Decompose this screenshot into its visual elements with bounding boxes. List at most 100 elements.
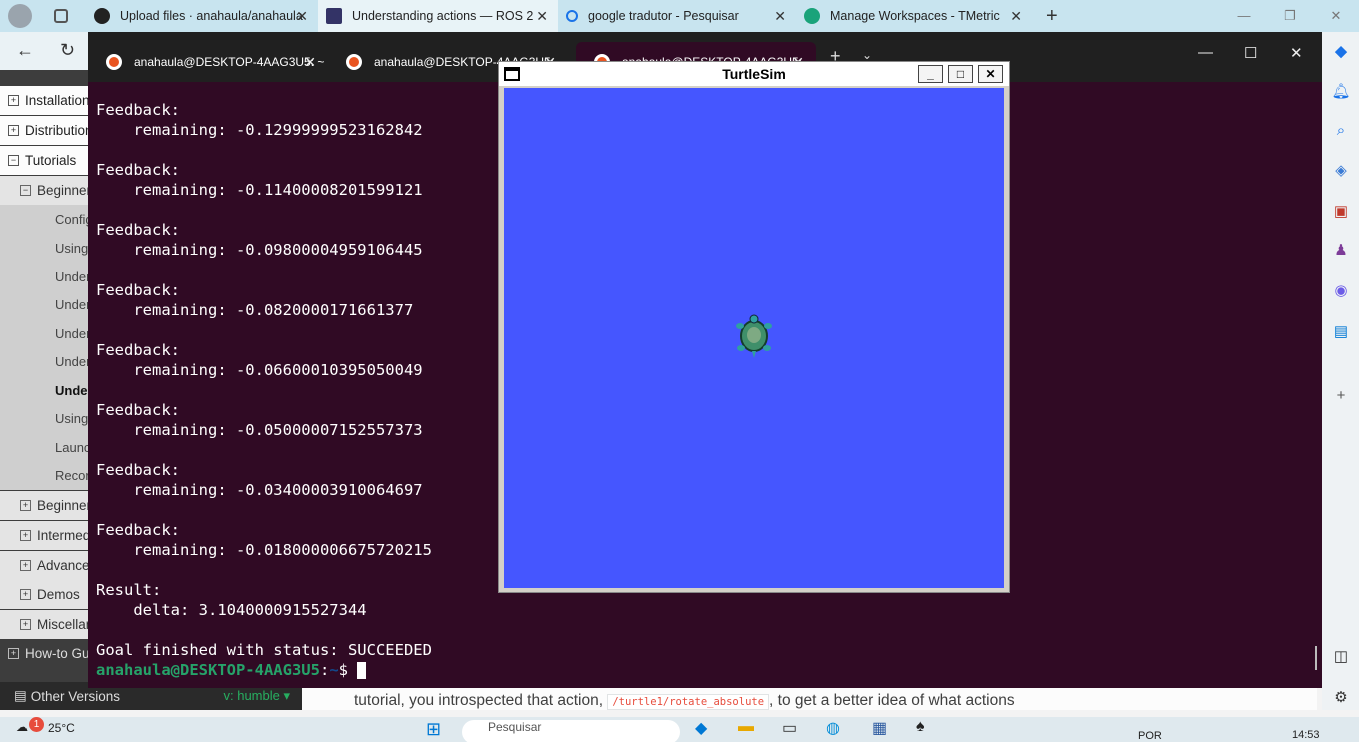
turtle-icon (736, 314, 772, 358)
add-icon[interactable]: + (1331, 386, 1351, 406)
tmetric-icon (804, 8, 820, 24)
sidebar-item-distributions[interactable]: +Distributions (0, 116, 90, 145)
edge-icon[interactable]: ◍ (826, 718, 840, 738)
gear-icon[interactable]: ⚙ (1331, 688, 1351, 708)
expand-icon[interactable]: + (8, 125, 19, 136)
close-icon[interactable]: ✕ (1290, 44, 1303, 62)
expand-icon[interactable]: + (20, 500, 31, 511)
browser-tab-github[interactable]: Upload files · anahaula/anahaula ✕ (86, 0, 318, 32)
version-selector[interactable]: v: humble ▾ (223, 688, 290, 704)
outlook-icon[interactable]: ▤ (1331, 322, 1351, 342)
browser-tab-strip: Upload files · anahaula/anahaula ✕ Under… (0, 0, 1359, 32)
turtlesim-title-bar[interactable]: TurtleSim _ □ ✕ (499, 62, 1009, 86)
search-icon (566, 10, 578, 22)
language-indicator[interactable]: POR (1138, 730, 1162, 742)
sidebar-item-installation[interactable]: + Installation (0, 86, 90, 115)
bell-icon[interactable]: 🔔︎ (1331, 82, 1351, 102)
ubuntu-icon (106, 54, 122, 70)
games-icon[interactable]: ♟ (1331, 241, 1351, 261)
linux-penguin-icon[interactable]: ♠ (916, 718, 925, 736)
toolbox-icon[interactable]: ▣ (1331, 202, 1351, 222)
github-icon (94, 8, 110, 24)
sidebar-item-using-turtlesim[interactable]: Using turtlesim, ros2, and rqt (0, 234, 90, 263)
sidebar-item-launching[interactable]: Launching nodes (0, 433, 90, 462)
browser-tab-title: Manage Workspaces - TMetric (830, 9, 1000, 23)
close-icon[interactable]: ✕ (1313, 0, 1359, 32)
sidebar-item-intermediate[interactable]: +Intermediate (0, 521, 90, 550)
close-icon[interactable]: ✕ (1010, 8, 1022, 25)
close-button[interactable]: ✕ (978, 65, 1003, 83)
sidebar-item-beginner-cli[interactable]: −Beginner: CLI tools (0, 176, 90, 205)
chevron-down-icon[interactable]: ⌄ (862, 48, 872, 62)
sidebar-item-actions[interactable]: Understanding actions (0, 376, 90, 405)
close-icon[interactable]: ✕ (304, 54, 316, 71)
profile-avatar[interactable] (8, 4, 32, 28)
sidebar-item-configuring[interactable]: Configuring environment (0, 205, 90, 234)
ros-docs-icon (326, 8, 342, 24)
sidebar-item-advanced[interactable]: +Advanced (0, 551, 90, 580)
browser-toolbar: ← ↻ (0, 32, 90, 70)
close-icon[interactable]: ✕ (536, 8, 548, 25)
collapse-icon[interactable]: − (20, 185, 31, 196)
sidebar-item-services[interactable]: Understanding services (0, 319, 90, 348)
terminal-output: Feedback: remaining: -0.1299999952316284… (96, 101, 432, 680)
expand-icon[interactable]: + (20, 530, 31, 541)
sidebar-item-beginner-client[interactable]: +Beginner: Client libraries (0, 491, 90, 520)
maximize-icon[interactable]: ☐ (1244, 44, 1257, 62)
sidebar-item-nodes[interactable]: Understanding nodes (0, 262, 90, 291)
sidebar-item-demos[interactable]: + Demos (0, 580, 90, 609)
panel-icon[interactable]: ◫ (1331, 647, 1351, 667)
new-tab-icon[interactable]: + (1046, 5, 1058, 28)
close-icon[interactable]: ✕ (774, 8, 786, 25)
sidebar-item-miscellaneous[interactable]: +Miscellaneous (0, 610, 90, 639)
sidebar-item-topics[interactable]: Understanding topics (0, 290, 90, 319)
scrollbar[interactable] (1315, 646, 1317, 670)
browser-tab-google-search[interactable]: google tradutor - Pesquisar ✕ (558, 0, 796, 32)
m365-icon[interactable]: ◉ (1331, 281, 1351, 301)
taskbar: ☁ 1 25°C ⊞ Pesquisar ◆ ▬ ▭ ◍ ▦ ♠ POR 14:… (0, 717, 1359, 742)
restore-icon[interactable]: ❐ (1267, 0, 1313, 32)
back-icon[interactable]: ← (16, 40, 34, 61)
expand-icon[interactable]: + (20, 589, 31, 600)
expand-icon[interactable]: + (8, 648, 19, 659)
terminal-tab[interactable]: anahaula@DESKTOP-4AAG3U5: ~ ✕ (88, 42, 328, 82)
copilot-icon[interactable]: ◆ (1331, 42, 1351, 62)
shell-prompt[interactable]: anahaula@DESKTOP-4AAG3U5:~$ (96, 660, 432, 680)
clock-time[interactable]: 14:53 (1292, 729, 1320, 741)
expand-icon[interactable]: + (8, 95, 19, 106)
turtlesim-canvas (504, 88, 1004, 588)
workspaces-icon[interactable] (54, 9, 68, 23)
collapse-icon[interactable]: − (8, 155, 19, 166)
weather-temperature[interactable]: 25°C (48, 721, 75, 735)
sidebar-item-parameters[interactable]: Understanding parameters (0, 347, 90, 376)
sidebar-item-recording[interactable]: Recording and playing back data (0, 461, 90, 490)
browser-tab-title: google tradutor - Pesquisar (588, 9, 739, 23)
close-icon[interactable]: ✕ (296, 8, 308, 25)
maximize-button[interactable]: □ (948, 65, 973, 83)
minimize-button[interactable]: _ (918, 65, 943, 83)
copilot-icon[interactable]: ◆ (695, 718, 707, 738)
calculator-icon[interactable]: ▦ (872, 718, 887, 738)
windows-start-icon[interactable]: ⊞ (426, 719, 441, 740)
sidebar-item-rqt-console[interactable]: Using rqt_console to view logs (0, 404, 90, 433)
browser-tab-tmetric[interactable]: Manage Workspaces - TMetric ✕ (796, 0, 1032, 32)
taskbar-search-input[interactable]: Pesquisar (462, 720, 680, 742)
docs-sidebar: +Installation +Distributions −Tutorials … (0, 70, 90, 682)
minimize-icon[interactable]: — (1198, 44, 1213, 61)
sidebar-item-tutorials[interactable]: − Tutorials (0, 146, 90, 175)
other-versions-label: Other Versions (30, 688, 121, 704)
ubuntu-icon (346, 54, 362, 70)
tag-icon[interactable]: ◈ (1331, 161, 1351, 181)
search-icon[interactable]: ⌕ (1331, 121, 1351, 141)
refresh-icon[interactable]: ↻ (60, 40, 75, 61)
weather-icon[interactable]: ☁ (16, 720, 28, 734)
folder-icon[interactable]: ▬ (738, 718, 754, 736)
browser-tab-ros2-docs[interactable]: Understanding actions — ROS 2 ✕ (318, 0, 558, 32)
sidebar-item-how-to[interactable]: +How-to Guides (0, 639, 90, 668)
terminal-app-icon[interactable]: ▭ (782, 718, 797, 738)
minimize-icon[interactable]: — (1221, 0, 1267, 32)
turtlesim-window[interactable]: TurtleSim _ □ ✕ (498, 61, 1010, 593)
docs-paragraph: tutorial, you introspected that action, … (354, 692, 1015, 710)
expand-icon[interactable]: + (20, 560, 31, 571)
expand-icon[interactable]: + (20, 619, 31, 630)
